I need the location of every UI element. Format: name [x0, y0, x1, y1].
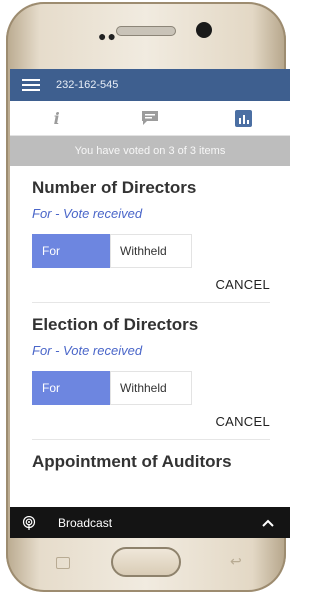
- bar-chart-icon: [234, 109, 252, 127]
- cancel-vote-button[interactable]: CANCEL: [32, 277, 270, 292]
- info-icon: i: [53, 108, 60, 128]
- resolution-title: Number of Directors: [32, 178, 197, 197]
- chevron-up-icon[interactable]: [262, 519, 274, 527]
- broadcast-label: Broadcast: [58, 515, 113, 530]
- phone-top-bezel: ●●: [46, 14, 246, 48]
- recent-apps-button[interactable]: [56, 557, 70, 569]
- vote-for-button[interactable]: For: [32, 371, 110, 405]
- resolution-item: Number of Directors For - Vote received …: [32, 178, 270, 303]
- home-button[interactable]: [111, 547, 181, 577]
- app-bar: 232-162-545: [10, 69, 290, 101]
- cancel-vote-button[interactable]: CANCEL: [32, 414, 270, 429]
- vote-options: For Withheld: [32, 234, 270, 268]
- vote-progress-text: You have voted on 3 of 3 items: [74, 145, 226, 157]
- broadcast-icon: [22, 515, 36, 530]
- hardware-buttons: ↩: [46, 547, 246, 579]
- tab-voting[interactable]: [213, 101, 273, 135]
- tab-messages[interactable]: [120, 101, 180, 135]
- resolution-item: Election of Directors For - Vote receive…: [32, 315, 270, 440]
- vote-withheld-button[interactable]: Withheld: [110, 371, 192, 405]
- vote-for-button[interactable]: For: [32, 234, 110, 268]
- meeting-id: 232-162-545: [56, 79, 119, 91]
- vote-progress-banner: You have voted on 3 of 3 items: [10, 136, 290, 166]
- resolution-list: Number of Directors For - Vote received …: [10, 178, 290, 482]
- tab-bar: i: [10, 101, 290, 136]
- back-button[interactable]: ↩: [230, 553, 242, 570]
- sensor-dots: ●●: [98, 28, 117, 44]
- broadcast-bar[interactable]: Broadcast: [10, 507, 290, 538]
- chat-icon: [141, 111, 158, 125]
- resolution-title: Appointment of Auditors: [32, 452, 232, 471]
- earpiece-speaker: [116, 26, 176, 36]
- tab-info[interactable]: i: [27, 101, 87, 135]
- vote-status: For - Vote received: [32, 206, 143, 221]
- front-camera: [196, 22, 212, 38]
- menu-icon[interactable]: [22, 79, 40, 91]
- vote-options: For Withheld: [32, 371, 270, 405]
- vote-withheld-button[interactable]: Withheld: [110, 234, 192, 268]
- vote-status: For - Vote received: [32, 343, 143, 358]
- app-screen: 232-162-545 i You have voted on 3 of 3 i…: [10, 69, 290, 538]
- resolution-title: Election of Directors: [32, 315, 199, 334]
- resolution-item: Appointment of Auditors: [32, 452, 270, 482]
